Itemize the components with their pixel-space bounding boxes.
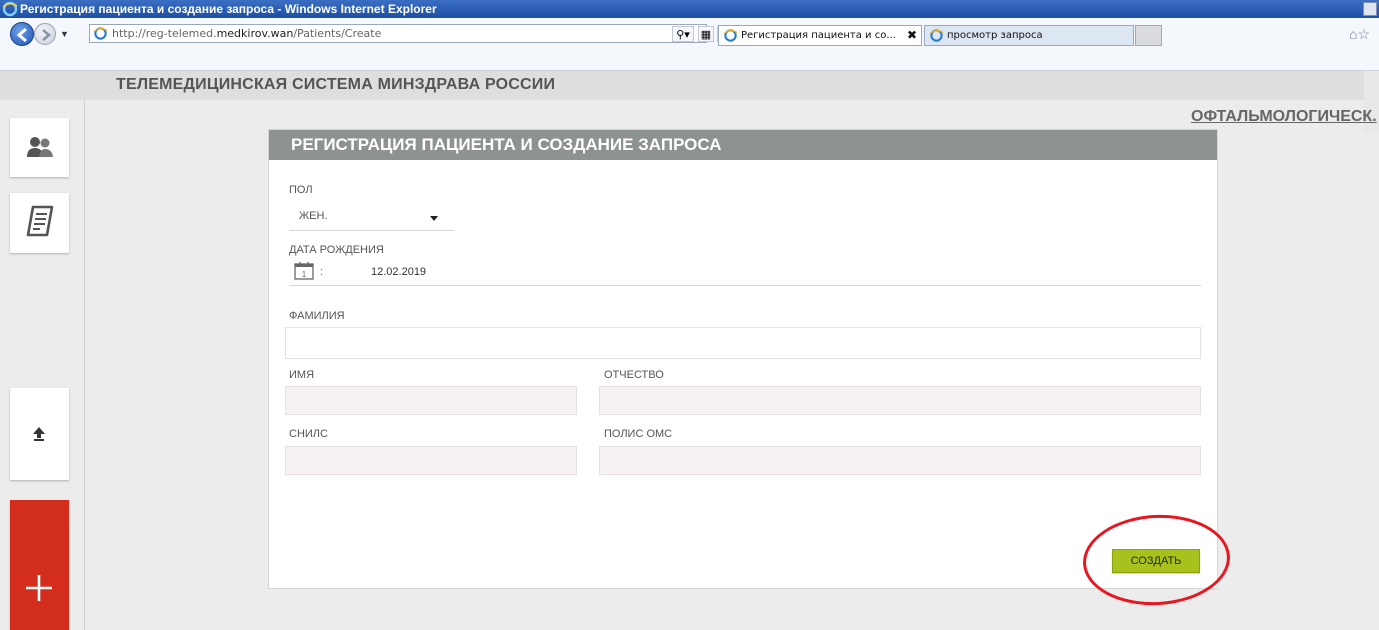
gender-select[interactable]: ЖЕН. [289, 202, 454, 231]
oms-input[interactable] [599, 446, 1201, 475]
site-title: ТЕЛЕМЕДИЦИНСКАЯ СИСТЕМА МИНЗДРАВА РОССИИ [116, 76, 556, 93]
window-title-bar: Регистрация пациента и создание запроса … [0, 0, 1379, 18]
add-button[interactable] [10, 500, 69, 630]
tab-label: Регистрация пациента и со... [741, 30, 896, 41]
search-icon[interactable]: ⚲▾ [672, 26, 694, 42]
scroll-up-button[interactable] [10, 388, 69, 480]
users-icon [27, 137, 53, 157]
address-url: http://reg-telemed.medkirov.wan/Patients… [112, 27, 382, 40]
sidebar [0, 100, 85, 630]
lastname-label: ФАМИЛИЯ [289, 310, 345, 322]
calendar-icon: 1 [294, 262, 314, 280]
patronymic-input[interactable] [599, 386, 1201, 415]
window-title: Регистрация пациента и создание запроса … [20, 2, 437, 16]
snils-input[interactable] [285, 446, 577, 475]
birthdate-underline [289, 285, 1201, 286]
history-dropdown-icon[interactable]: ▼ [60, 29, 69, 39]
back-button[interactable] [10, 22, 34, 46]
forward-icon [42, 29, 52, 41]
home-icon[interactable]: ⌂☆ [1349, 26, 1370, 43]
ie-icon [723, 29, 738, 42]
gender-underline [289, 230, 454, 231]
minimize-button[interactable] [1363, 2, 1377, 16]
firstname-input[interactable] [285, 386, 577, 415]
sidebar-item-patients[interactable] [10, 118, 69, 177]
tab-register-patient[interactable]: Регистрация пациента и со... ✖ [718, 25, 922, 46]
plus-icon [26, 575, 52, 601]
department-link[interactable]: ОФТАЛЬМОЛОГИЧЕСК. [1191, 108, 1377, 126]
tab-close-icon[interactable]: ✖ [907, 26, 917, 45]
tab-label: просмотр запроса [947, 30, 1043, 41]
sidebar-item-requests[interactable] [10, 193, 69, 253]
tab-view-request[interactable]: просмотр запроса [924, 25, 1134, 46]
birthdate-separator: : [320, 266, 324, 278]
form-header: РЕГИСТРАЦИЯ ПАЦИЕНТА И СОЗДАНИЕ ЗАПРОСА [269, 130, 1217, 160]
gender-label: ПОЛ [289, 184, 313, 196]
birthdate-value: 12.02.2019 [371, 266, 427, 278]
snils-label: СНИЛС [289, 428, 328, 440]
compat-icon[interactable]: ▦ [698, 26, 714, 42]
document-icon [26, 205, 54, 237]
form-title: РЕГИСТРАЦИЯ ПАЦИЕНТА И СОЗДАНИЕ ЗАПРОСА [291, 135, 722, 154]
firstname-label: ИМЯ [289, 369, 315, 381]
back-icon [16, 27, 27, 43]
oms-label: ПОЛИС ОМС [604, 428, 673, 440]
gender-value: ЖЕН. [299, 210, 328, 222]
chevron-down-icon [430, 216, 438, 221]
arrow-up-icon [33, 427, 45, 441]
patronymic-label: ОТЧЕСТВО [604, 369, 664, 381]
ie-icon [2, 1, 18, 17]
address-bar[interactable]: http://reg-telemed.medkirov.wan/Patients… [89, 24, 752, 43]
ie-icon [929, 29, 944, 42]
lastname-input[interactable] [285, 327, 1201, 359]
ie-icon [93, 27, 108, 40]
site-header: ТЕЛЕМЕДИЦИНСКАЯ СИСТЕМА МИНЗДРАВА РОССИИ [0, 71, 1379, 100]
browser-toolbar: ▼ http://reg-telemed.medkirov.wan/Patien… [0, 18, 1379, 71]
patient-registration-form: РЕГИСТРАЦИЯ ПАЦИЕНТА И СОЗДАНИЕ ЗАПРОСА … [268, 129, 1218, 589]
svg-text:1: 1 [302, 270, 307, 279]
birthdate-field[interactable]: 1 : 12.02.2019 [289, 258, 1201, 286]
forward-button[interactable] [34, 23, 56, 45]
birthdate-label: ДАТА РОЖДЕНИЯ [289, 244, 384, 256]
new-tab-button[interactable] [1135, 25, 1162, 46]
